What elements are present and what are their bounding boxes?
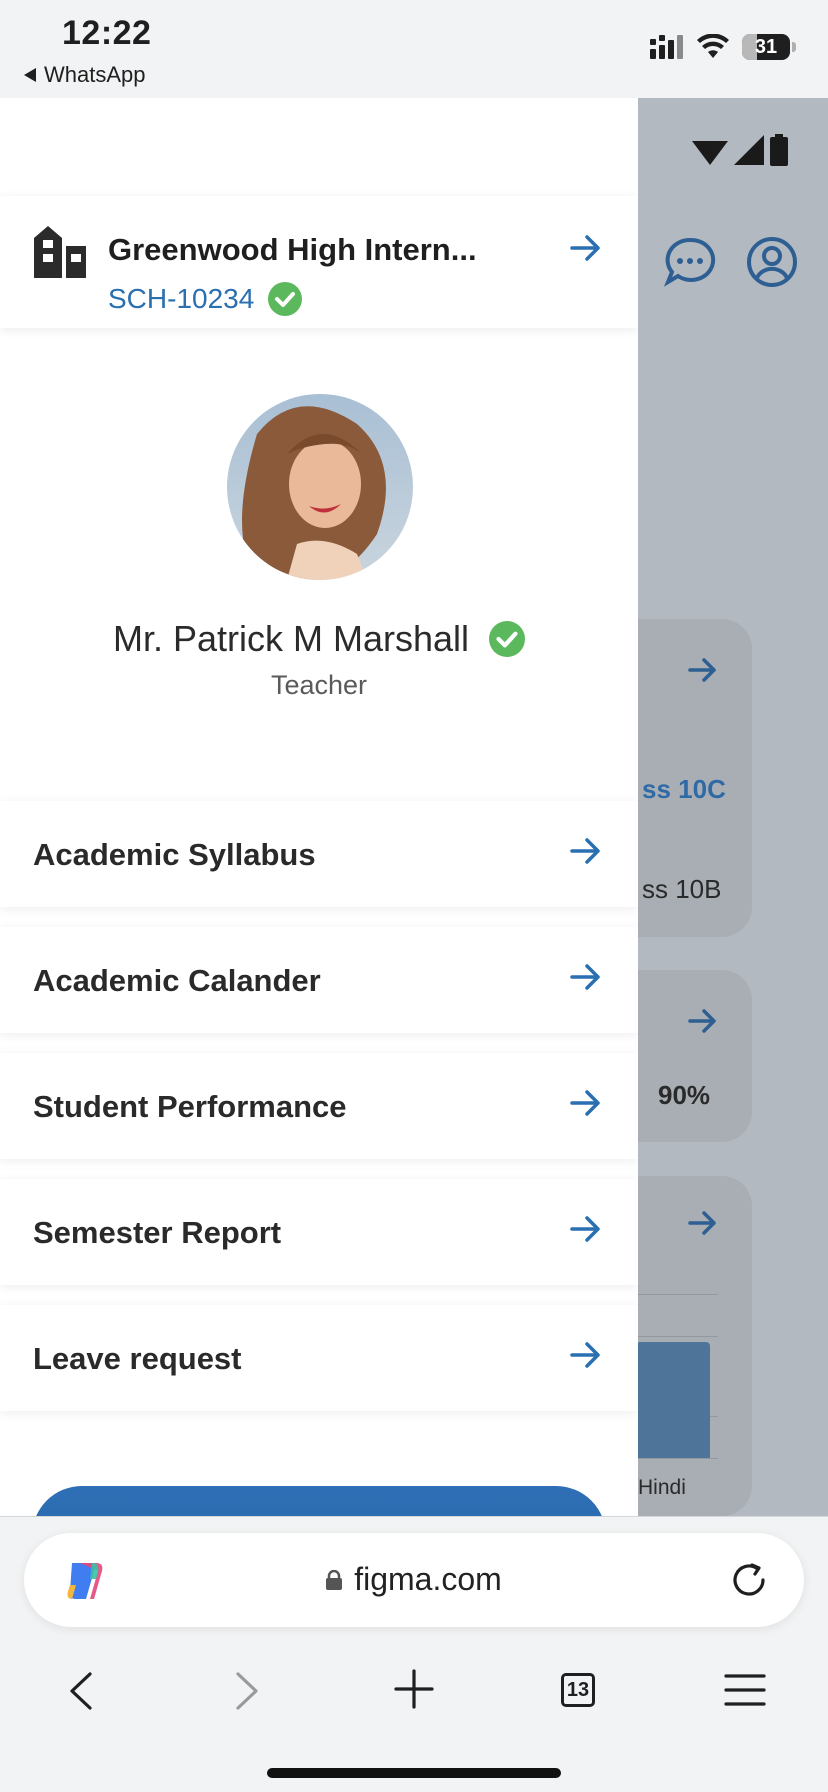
school-id-row: SCH-10234 xyxy=(108,282,303,316)
wifi-icon xyxy=(697,34,729,58)
menu-item-label: Academic Calander xyxy=(33,963,321,998)
menu-item-student-performance[interactable]: Student Performance xyxy=(0,1053,638,1159)
battery-icon: 31 xyxy=(742,34,790,60)
bg-chart-gridline xyxy=(634,1336,718,1337)
inner-header-icons xyxy=(664,236,798,288)
arrow-right-icon xyxy=(570,1216,600,1242)
arrow-right-icon xyxy=(570,838,600,864)
school-id: SCH-10234 xyxy=(108,283,255,314)
menu-hamburger-icon[interactable] xyxy=(724,1673,766,1707)
arrow-right-icon[interactable] xyxy=(570,234,602,262)
bg-chart-gridline xyxy=(634,1294,718,1295)
address-bar[interactable]: figma.com xyxy=(24,1533,804,1627)
lock-icon xyxy=(326,1569,343,1590)
profile-name-row: Mr. Patrick M Marshall xyxy=(0,618,638,660)
school-building-icon xyxy=(34,226,86,278)
chat-icon[interactable] xyxy=(664,236,716,288)
menu-item-label: Academic Syllabus xyxy=(33,837,316,872)
inner-signal-icon xyxy=(734,135,764,165)
status-bar: 12:22 WhatsApp 31 xyxy=(0,0,828,98)
inner-battery-icon xyxy=(770,134,788,166)
profile-name: Mr. Patrick M Marshall xyxy=(112,618,470,659)
avatar xyxy=(227,394,413,580)
back-chevron-icon[interactable] xyxy=(68,1671,94,1711)
menu-item-academic-calander[interactable]: Academic Calander xyxy=(0,927,638,1033)
url-text: figma.com xyxy=(354,1561,502,1597)
profile-circle-icon[interactable] xyxy=(746,236,798,288)
back-to-app-link[interactable]: WhatsApp xyxy=(24,62,146,88)
school-name: Greenwood High Intern... xyxy=(108,232,477,267)
menu-item-label: Leave request xyxy=(33,1341,242,1376)
bg-class-10b: ss 10B xyxy=(642,874,722,904)
inner-wifi-icon xyxy=(692,141,728,165)
bg-class-10c: ss 10C xyxy=(642,774,726,804)
avatar-photo xyxy=(227,394,413,580)
bg-card-arrow-icon xyxy=(688,658,716,682)
bg-chart-bar xyxy=(636,1342,710,1458)
new-tab-plus-icon[interactable] xyxy=(394,1669,434,1709)
reload-icon[interactable] xyxy=(730,1561,768,1599)
url-display: figma.com xyxy=(24,1561,804,1598)
browser-nav-row: 13 xyxy=(0,1661,828,1731)
arrow-right-icon xyxy=(570,1342,600,1368)
back-triangle-icon xyxy=(24,68,36,82)
bg-card-arrow-icon xyxy=(688,1009,716,1033)
bg-chart-label: Hindi xyxy=(638,1476,686,1499)
menu-item-academic-syllabus[interactable]: Academic Syllabus xyxy=(0,801,638,907)
forward-chevron-icon[interactable] xyxy=(234,1671,260,1711)
battery-level: 31 xyxy=(754,35,778,58)
status-time: 12:22 xyxy=(62,14,152,52)
side-drawer: Greenwood High Intern... SCH-10234 Mr. P… xyxy=(0,98,638,1516)
profile-role: Teacher xyxy=(270,670,368,700)
battery-cap xyxy=(792,42,796,52)
tabs-button[interactable]: 13 xyxy=(561,1673,595,1707)
school-card[interactable]: Greenwood High Intern... SCH-10234 xyxy=(0,196,638,328)
bg-percent: 90% xyxy=(658,1080,711,1110)
menu-item-leave-request[interactable]: Leave request xyxy=(0,1305,638,1411)
cellular-signal-icon xyxy=(650,35,683,59)
inner-status-icons xyxy=(692,134,788,166)
verified-check-icon xyxy=(489,621,526,657)
menu-item-semester-report[interactable]: Semester Report xyxy=(0,1179,638,1285)
tabs-count: 13 xyxy=(566,1678,590,1701)
arrow-right-icon xyxy=(570,964,600,990)
drawer-primary-button[interactable] xyxy=(32,1486,606,1516)
arrow-right-icon xyxy=(570,1090,600,1116)
bg-chart-baseline xyxy=(634,1458,718,1459)
bg-card-arrow-icon xyxy=(688,1211,716,1235)
verified-check-icon xyxy=(268,282,303,316)
menu-item-label: Semester Report xyxy=(33,1215,282,1250)
menu-item-label: Student Performance xyxy=(33,1089,347,1124)
status-indicators: 31 xyxy=(650,34,796,60)
browser-toolbar: figma.com 13 xyxy=(0,1516,828,1792)
back-app-label: WhatsApp xyxy=(44,62,146,87)
home-indicator xyxy=(267,1768,561,1778)
